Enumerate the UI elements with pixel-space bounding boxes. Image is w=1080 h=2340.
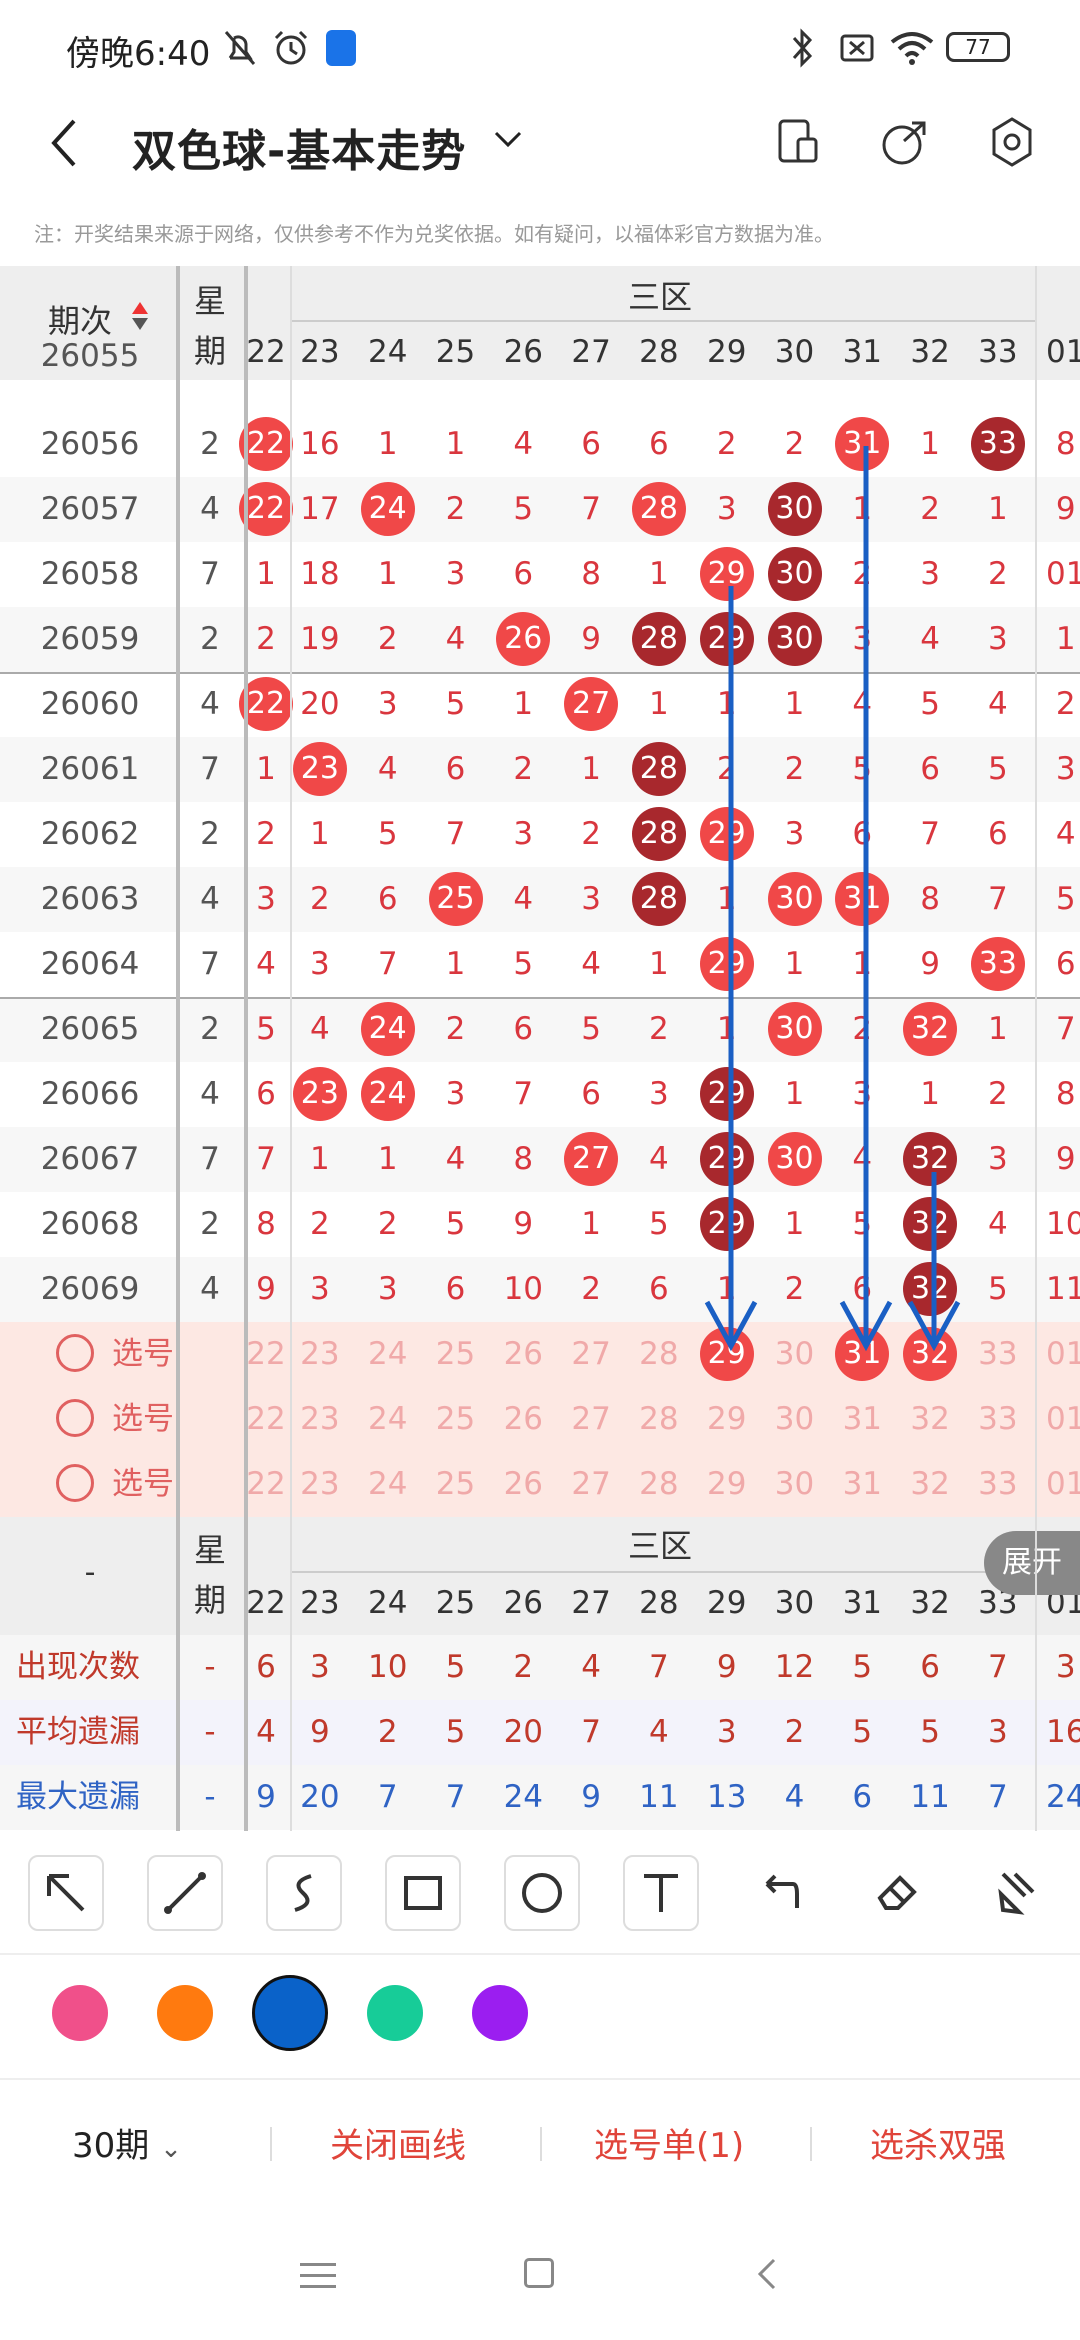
status-time: 傍晚6:40: [66, 34, 211, 74]
circle-tool-icon: [522, 1873, 562, 1913]
page-title[interactable]: 双色球-基本走势: [132, 115, 466, 179]
line-tool-button[interactable]: [147, 1855, 223, 1931]
battery-indicator: 77: [946, 32, 1010, 62]
curve-tool-icon: [294, 1874, 312, 1912]
divider: [540, 2127, 542, 2161]
settings-gear-icon[interactable]: [986, 115, 1038, 171]
drawn-arrow: [704, 586, 758, 1352]
no-sim-icon: [840, 34, 874, 62]
text-tool-button[interactable]: [623, 1855, 699, 1931]
divider: [0, 1953, 1080, 1955]
wifi-icon: [890, 32, 934, 65]
color-swatch[interactable]: [252, 1975, 328, 2051]
text-tool-icon: [644, 1874, 678, 1912]
undo-icon: [765, 1874, 799, 1908]
layout-toggle-icon[interactable]: [774, 115, 822, 171]
rect-tool-button[interactable]: [385, 1855, 461, 1931]
eraser-icon: [877, 1875, 917, 1910]
line-tool-icon: [164, 1872, 206, 1914]
share-icon[interactable]: [878, 115, 930, 171]
status-bar: 傍晚6:40 77: [0, 0, 1080, 95]
arrow-tool-icon: [47, 1874, 85, 1912]
undo-button[interactable]: [742, 1855, 818, 1931]
app-header: 双色球-基本走势: [0, 95, 1080, 225]
menu-nav-icon[interactable]: [300, 2260, 336, 2290]
back-arrow-icon[interactable]: [44, 113, 84, 173]
period-select[interactable]: 30期 ⌄: [72, 2118, 182, 2167]
divider: [810, 2127, 812, 2161]
drawn-arrow: [907, 1172, 961, 1352]
divider: [270, 2127, 272, 2161]
clear-brush-icon: [998, 1872, 1035, 1915]
color-swatch[interactable]: [367, 1985, 423, 2041]
home-nav-icon[interactable]: [524, 2258, 554, 2288]
battery-level: 77: [965, 35, 991, 59]
color-swatch[interactable]: [52, 1985, 108, 2041]
eraser-button[interactable]: [861, 1855, 937, 1931]
bluetooth-app-icon: [326, 30, 356, 66]
color-swatch[interactable]: [472, 1985, 528, 2041]
color-swatch[interactable]: [157, 1985, 213, 2041]
chevron-down-icon[interactable]: [492, 125, 524, 155]
curve-tool-button[interactable]: [266, 1855, 342, 1931]
mute-bell-icon: [224, 31, 256, 65]
divider: [0, 2078, 1080, 2080]
clear-brush-button[interactable]: [980, 1855, 1056, 1931]
period-label: 30期: [72, 2126, 150, 2166]
chevron-down-icon: ⌄: [160, 2134, 182, 2164]
back-nav-icon[interactable]: [752, 2256, 782, 2292]
bluetooth-icon: [792, 28, 813, 68]
pick-list-button[interactable]: 选号单(1): [594, 2118, 744, 2167]
arrow-tool-button[interactable]: [28, 1855, 104, 1931]
rect-tool-icon: [404, 1876, 442, 1910]
alarm-icon: [274, 30, 308, 65]
circle-tool-button[interactable]: [504, 1855, 580, 1931]
trend-table: 期次星期三区 22 23 24 25 26 27 28 29 30 31 32 33 01 26055 260…: [0, 266, 1080, 1831]
drawn-arrow: [839, 446, 893, 1352]
kill-button[interactable]: 选杀双强: [870, 2118, 1006, 2167]
trend-arrows: [704, 446, 961, 1352]
disclaimer-note: 注：开奖结果来源于网络，仅供参考不作为兑奖依据。如有疑问，以福体彩官方数据为准。: [34, 222, 834, 246]
close-lines-button[interactable]: 关闭画线: [330, 2118, 466, 2167]
